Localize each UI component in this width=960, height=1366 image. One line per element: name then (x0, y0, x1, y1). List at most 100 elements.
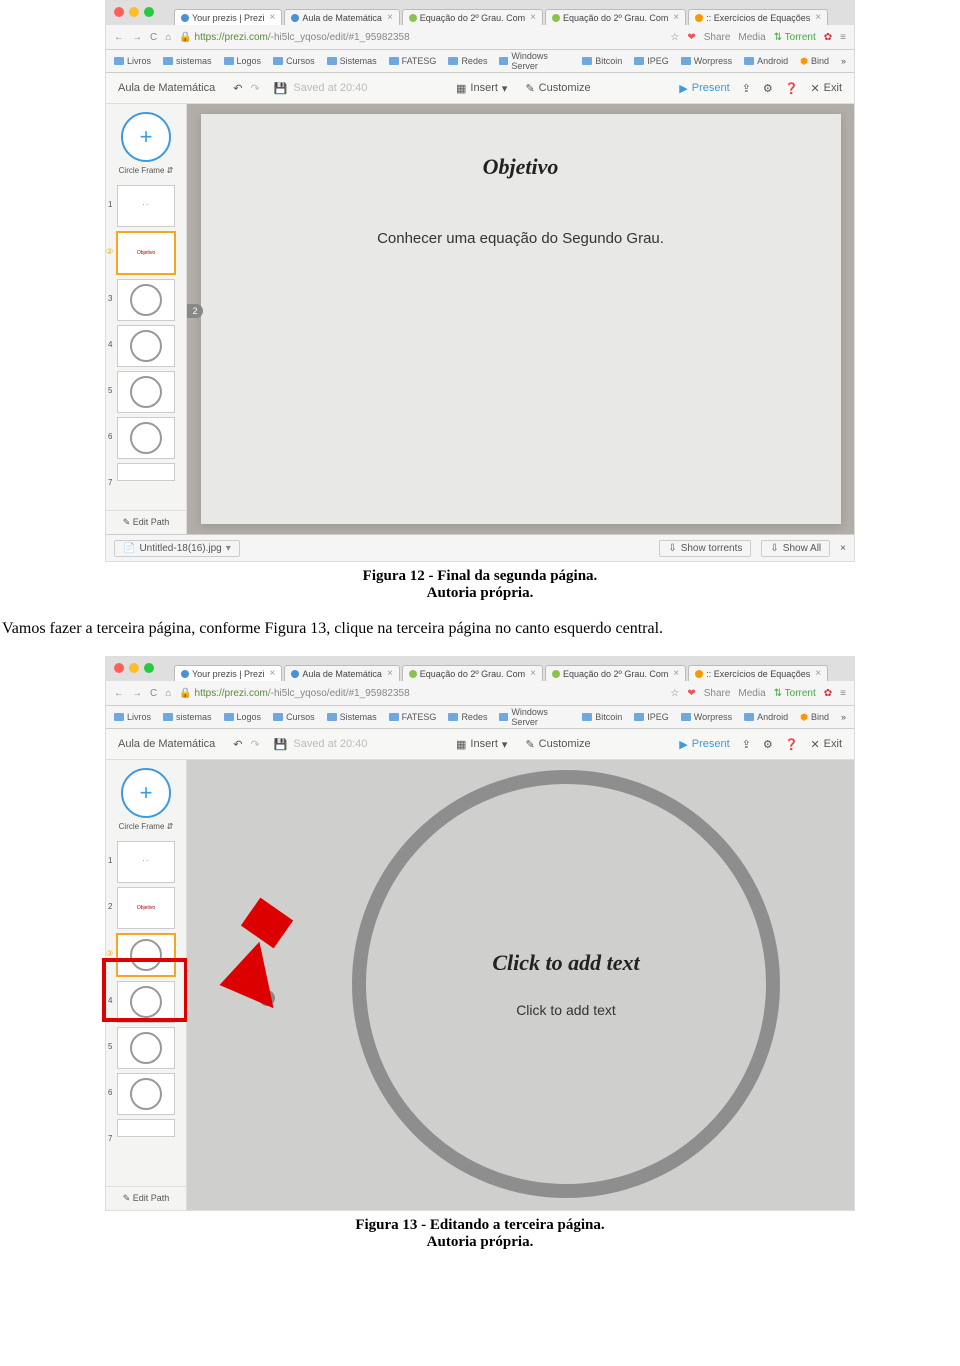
undo-button[interactable]: ↶ (233, 738, 242, 751)
bookmark-cursos[interactable]: Cursos (273, 56, 315, 66)
thumb-5[interactable]: 5 (117, 1027, 175, 1069)
close-dlbar[interactable]: × (840, 543, 846, 554)
redo-button[interactable]: ↷ (250, 82, 259, 95)
slide-body[interactable]: Conhecer uma equação do Segundo Grau. (377, 230, 664, 247)
exit-button[interactable]: ✕ Exit (810, 82, 842, 95)
bookmark-fatesg[interactable]: FATESG (389, 712, 437, 722)
thumb-1[interactable]: 1⠂⠂ (117, 841, 175, 883)
bookmark-logos[interactable]: Logos (224, 712, 262, 722)
bookmark-winserver[interactable]: Windows Server (499, 51, 570, 71)
tab-aula[interactable]: Aula de Matemática× (284, 665, 399, 681)
tab-eq1[interactable]: Equação do 2º Grau. Com× (402, 665, 543, 681)
window-controls[interactable] (114, 7, 154, 17)
back-button[interactable]: ← (114, 32, 124, 43)
share-link[interactable]: Share (704, 688, 731, 699)
tab-eq2[interactable]: Equação do 2º Grau. Com× (545, 9, 686, 25)
show-all-button[interactable]: ⇩ Show All (761, 540, 830, 557)
tab-prezis[interactable]: Your prezis | Prezi× (174, 9, 282, 25)
bookmark-android[interactable]: Android (744, 56, 788, 66)
canvas-area[interactable]: 3 Click to add text Click to add text (187, 760, 854, 1210)
reload-button[interactable]: C (150, 32, 157, 43)
frame-type-label[interactable]: Circle Frame ⇵ (119, 166, 174, 175)
slide-title[interactable]: Objetivo (483, 154, 559, 180)
show-torrents-button[interactable]: ⇩ Show torrents (659, 540, 751, 557)
thumb-3[interactable]: 3 (117, 279, 175, 321)
bookmark-winserver[interactable]: Windows Server (499, 707, 570, 727)
thumb-2[interactable]: 2Objetivo (117, 887, 175, 929)
downloaded-file[interactable]: 📄 Untitled-18(16).jpg ▾ (114, 540, 240, 557)
ext-icon[interactable]: ✿ (824, 32, 832, 43)
bookmark-cursos[interactable]: Cursos (273, 712, 315, 722)
bookmark-logos[interactable]: Logos (224, 56, 262, 66)
thumb-4[interactable]: 4 (117, 325, 175, 367)
edit-path-button[interactable]: ✎ Edit Path (106, 510, 186, 534)
undo-button[interactable]: ↶ (233, 82, 242, 95)
help-icon[interactable]: ❓ (785, 738, 799, 751)
add-frame-button[interactable]: + (121, 112, 171, 162)
bookmark-worpress[interactable]: Worpress (681, 56, 732, 66)
bookmark-bitcoin[interactable]: Bitcoin (582, 56, 622, 66)
bookmark-sistemas[interactable]: sistemas (163, 56, 212, 66)
add-frame-button[interactable]: + (121, 768, 171, 818)
url-field[interactable]: 🔒 https://prezi.com/-hi5lc_yqoso/edit/#1… (179, 32, 409, 43)
share-icon[interactable]: ⇪ (742, 82, 751, 95)
save-icon[interactable]: 💾 (274, 738, 288, 751)
menu-icon[interactable]: ≡ (840, 688, 846, 699)
torrent-link[interactable]: ⇅ Torrent (774, 32, 816, 43)
share-link[interactable]: Share (704, 32, 731, 43)
bookmark-worpress[interactable]: Worpress (681, 712, 732, 722)
tab-eq1[interactable]: Equação do 2º Grau. Com× (402, 9, 543, 25)
menu-icon[interactable]: ≡ (840, 32, 846, 43)
thumb-7[interactable]: 7 (117, 463, 175, 481)
reload-button[interactable]: C (150, 688, 157, 699)
bookmark-bind[interactable]: ⬢Bind (800, 56, 829, 67)
settings-icon[interactable]: ⚙ (763, 82, 773, 95)
bookmarks-overflow[interactable]: » (841, 56, 846, 66)
present-button[interactable]: ▶ Present (679, 82, 729, 95)
present-button[interactable]: ▶ Present (679, 738, 729, 751)
media-link[interactable]: Media (738, 32, 765, 43)
bookmark-fatesg[interactable]: FATESG (389, 56, 437, 66)
customize-button[interactable]: ✎ Customize (525, 82, 590, 95)
back-button[interactable]: ← (114, 688, 124, 699)
body-placeholder[interactable]: Click to add text (516, 1002, 616, 1018)
star-icon[interactable]: ☆ (670, 688, 679, 699)
insert-button[interactable]: ▦ Insert ▾ (456, 82, 507, 95)
thumb-5[interactable]: 5 (117, 371, 175, 413)
bookmark-redes[interactable]: Redes (448, 56, 487, 66)
settings-icon[interactable]: ⚙ (763, 738, 773, 751)
url-field[interactable]: 🔒 https://prezi.com/-hi5lc_yqoso/edit/#1… (179, 688, 409, 699)
bookmark-sistemas2[interactable]: Sistemas (327, 712, 377, 722)
bookmark-android[interactable]: Android (744, 712, 788, 722)
share-icon[interactable]: ⇪ (742, 738, 751, 751)
home-button[interactable]: ⌂ (165, 688, 171, 699)
bookmark-sistemas[interactable]: sistemas (163, 712, 212, 722)
thumb-6[interactable]: 6 (117, 417, 175, 459)
ext-icon[interactable]: ✿ (824, 688, 832, 699)
edit-path-button[interactable]: ✎ Edit Path (106, 1186, 186, 1210)
heart-icon[interactable]: ❤ (687, 688, 695, 699)
bookmark-redes[interactable]: Redes (448, 712, 487, 722)
frame-type-label[interactable]: Circle Frame ⇵ (119, 822, 174, 831)
thumb-6[interactable]: 6 (117, 1073, 175, 1115)
redo-button[interactable]: ↷ (250, 738, 259, 751)
bookmark-sistemas2[interactable]: Sistemas (327, 56, 377, 66)
bookmarks-overflow[interactable]: » (841, 712, 846, 722)
window-controls[interactable] (114, 663, 154, 673)
thumb-1[interactable]: 1⠂⠂ (117, 185, 175, 227)
tab-aula[interactable]: Aula de Matemática× (284, 9, 399, 25)
exit-button[interactable]: ✕ Exit (810, 738, 842, 751)
bookmark-livros[interactable]: Livros (114, 712, 151, 722)
thumb-7[interactable]: 7 (117, 1119, 175, 1137)
home-button[interactable]: ⌂ (165, 32, 171, 43)
tab-exerc[interactable]: :: Exercícios de Equações× (688, 665, 828, 681)
save-icon[interactable]: 💾 (274, 82, 288, 95)
bookmark-bitcoin[interactable]: Bitcoin (582, 712, 622, 722)
circle-frame[interactable]: Click to add text Click to add text (352, 770, 780, 1198)
tab-prezis[interactable]: Your prezis | Prezi× (174, 665, 282, 681)
tab-exerc[interactable]: :: Exercícios de Equações× (688, 9, 828, 25)
star-icon[interactable]: ☆ (670, 32, 679, 43)
media-link[interactable]: Media (738, 688, 765, 699)
title-placeholder[interactable]: Click to add text (492, 950, 639, 976)
bookmark-ipeg[interactable]: IPEG (634, 56, 669, 66)
